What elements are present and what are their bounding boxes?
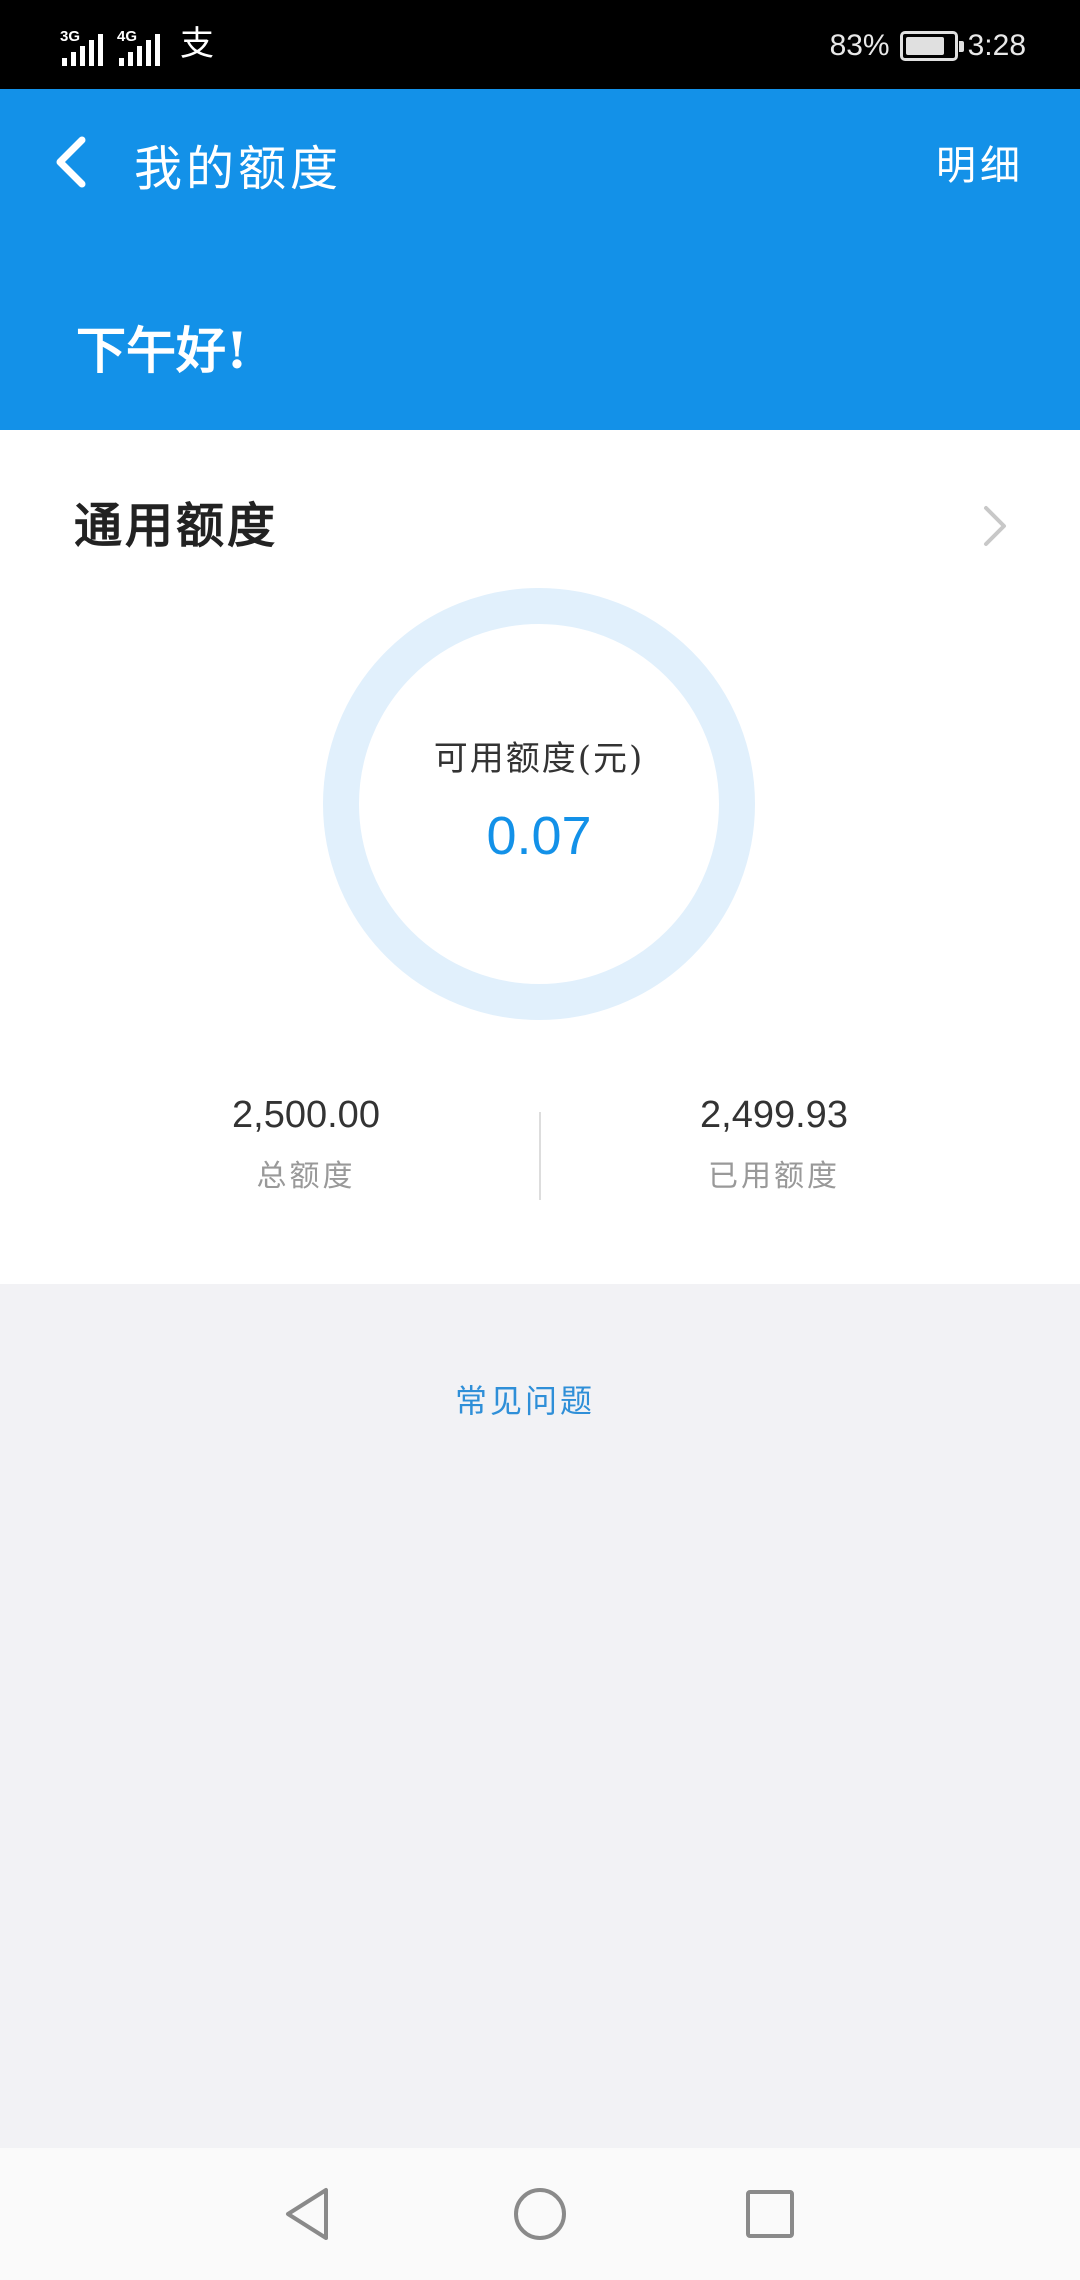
header: 我的额度 明细 下午好! xyxy=(0,89,1080,430)
triangle-back-icon[interactable] xyxy=(280,2184,340,2244)
ring-track xyxy=(323,588,755,1020)
credit-ring-chart xyxy=(323,588,755,1020)
page-title: 我的额度 xyxy=(134,141,343,197)
signal-3g-icon: 3G xyxy=(60,28,103,66)
app-notification-icon: 支 xyxy=(180,24,214,64)
available-credit-ring: 可用额度(元) 0.07 xyxy=(322,587,756,1021)
battery-percent: 83% xyxy=(829,29,890,62)
used-credit-value: 2,499.93 xyxy=(700,1094,848,1136)
available-credit-label: 可用额度(元) xyxy=(433,739,645,779)
battery-icon xyxy=(899,31,964,61)
used-credit-label: 已用额度 xyxy=(708,1159,840,1194)
credit-card: 通用额度 可用额度(元) 0.07 2,500.00 总额度 2,499.93 … xyxy=(0,430,1080,1284)
signal-4g-icon: 4G xyxy=(117,28,160,66)
status-bar: 3G 4G 支 83% 3:28 xyxy=(0,0,1080,89)
system-nav-bar xyxy=(0,2148,1080,2280)
used-credit-stat: 2,499.93 已用额度 xyxy=(574,1094,974,1195)
total-credit-value: 2,500.00 xyxy=(232,1094,380,1136)
network-type-2: 4G xyxy=(117,28,138,45)
greeting-text: 下午好! xyxy=(76,321,248,380)
chevron-left-icon xyxy=(56,136,86,188)
credit-stats: 2,500.00 总额度 2,499.93 已用额度 xyxy=(0,1094,1080,1234)
detail-button[interactable]: 明细 xyxy=(936,133,1024,191)
back-button[interactable] xyxy=(42,127,102,197)
network-type-1: 3G xyxy=(60,28,81,45)
total-credit-stat: 2,500.00 总额度 xyxy=(106,1094,506,1195)
status-right-group: 83% 3:28 xyxy=(830,24,1026,68)
general-credit-row[interactable]: 通用额度 xyxy=(0,486,1080,566)
faq-link[interactable]: 常见问题 xyxy=(0,1376,1050,1422)
status-left-group: 3G 4G 支 xyxy=(60,22,214,66)
chevron-right-icon xyxy=(984,506,1006,546)
stats-divider xyxy=(539,1112,541,1200)
circle-home-icon[interactable] xyxy=(510,2184,570,2244)
section-title: 通用额度 xyxy=(74,498,279,554)
square-recent-icon[interactable] xyxy=(740,2184,800,2244)
available-credit-value: 0.07 xyxy=(486,806,592,866)
clock: 3:28 xyxy=(967,29,1026,62)
total-credit-label: 总额度 xyxy=(256,1159,356,1194)
